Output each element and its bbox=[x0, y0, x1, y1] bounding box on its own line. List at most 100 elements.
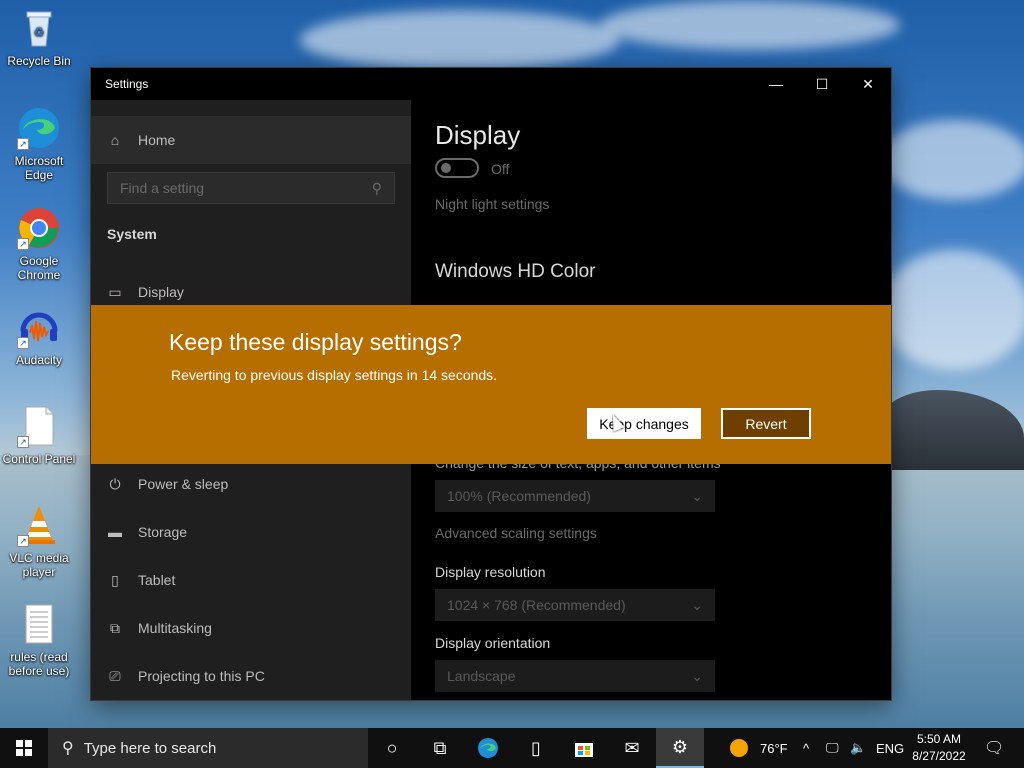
desktop-icon-recycle-bin[interactable]: ♻ Recycle Bin bbox=[2, 6, 76, 68]
storage-icon: ▬ bbox=[108, 524, 122, 540]
scale-value: 100% (Recommended) bbox=[447, 488, 591, 504]
minimize-icon: — bbox=[769, 76, 783, 92]
sidebar-item-label: Storage bbox=[138, 524, 188, 540]
close-button[interactable]: ✕ bbox=[845, 68, 891, 100]
chevron-down-icon: ⌄ bbox=[691, 487, 703, 504]
text-file-icon bbox=[17, 602, 61, 646]
resolution-value: 1024 × 768 (Recommended) bbox=[447, 597, 626, 613]
toggle-state: Off bbox=[491, 161, 510, 177]
projector-icon: ⎚ bbox=[109, 667, 121, 684]
desktop-icon-rules[interactable]: rules (read before use) bbox=[2, 602, 76, 678]
find-setting-input[interactable]: Find a setting ⚲ bbox=[107, 172, 395, 204]
clock-time: 5:50 AM bbox=[916, 732, 962, 746]
windows-logo-icon bbox=[16, 740, 32, 756]
desktop-icon-label: rules (read before use) bbox=[8, 650, 70, 678]
monitor-icon: ▭ bbox=[108, 283, 122, 300]
sidebar-item-power-sleep[interactable]: ⏻ Power & sleep bbox=[91, 464, 411, 504]
chevron-down-icon: ⌄ bbox=[691, 667, 703, 684]
orientation-dropdown[interactable]: Landscape ⌄ bbox=[435, 660, 715, 692]
desktop-icon-label: Google Chrome bbox=[17, 254, 61, 282]
desktop-rock bbox=[880, 390, 1024, 470]
search-icon: ⚲ bbox=[62, 740, 74, 757]
desktop-icon-vlc[interactable]: ↗ VLC media player bbox=[2, 503, 76, 579]
sidebar-item-label: Multitasking bbox=[138, 620, 212, 636]
desktop-icon-label: Microsoft Edge bbox=[14, 154, 64, 182]
chevron-down-icon: ⌄ bbox=[691, 596, 703, 613]
taskbar-search-box[interactable]: ⚲ Type here to search bbox=[48, 728, 368, 768]
edge-icon[interactable] bbox=[464, 728, 512, 768]
desktop-icon-label: Recycle Bin bbox=[7, 54, 71, 68]
sidebar-item-tablet[interactable]: ▯ Tablet bbox=[91, 560, 411, 600]
page-title: Display bbox=[435, 120, 521, 150]
cloud bbox=[880, 250, 1024, 370]
dialog-title: Keep these display settings? bbox=[169, 329, 462, 355]
minimize-button[interactable]: — bbox=[753, 68, 799, 100]
sidebar-item-label: Projecting to this PC bbox=[138, 668, 265, 684]
title-bar[interactable]: Settings — ☐ ✕ bbox=[91, 68, 891, 100]
maximize-icon: ☐ bbox=[815, 75, 829, 92]
network-icon[interactable]: 🖵 bbox=[826, 728, 839, 768]
cloud bbox=[880, 120, 1024, 200]
cloud bbox=[600, 0, 900, 50]
keep-settings-dialog: Keep these display settings? Reverting t… bbox=[91, 305, 891, 464]
desktop-icon-label: VLC media player bbox=[9, 551, 69, 579]
sidebar-item-storage[interactable]: ▬ Storage bbox=[91, 512, 411, 552]
settings-icon[interactable]: ⚙ bbox=[656, 728, 704, 768]
sun-icon bbox=[730, 739, 748, 757]
multitasking-icon: ⧉ bbox=[110, 619, 120, 636]
desktop-icon-label: Audacity bbox=[15, 353, 63, 367]
mail-icon[interactable]: ✉ bbox=[608, 728, 656, 768]
home-icon: ⌂ bbox=[110, 132, 120, 148]
start-button[interactable] bbox=[0, 728, 48, 768]
notifications-icon[interactable]: 🗨 bbox=[984, 728, 1004, 768]
sidebar-item-projecting[interactable]: ⎚ Projecting to this PC bbox=[91, 656, 411, 696]
resolution-dropdown[interactable]: 1024 × 768 (Recommended) ⌄ bbox=[435, 589, 715, 621]
taskbar-clock[interactable]: 5:50 AM 8/27/2022 bbox=[906, 731, 972, 765]
show-hidden-icons-button[interactable]: ^ bbox=[803, 728, 809, 768]
task-view-icon[interactable]: ⧉ bbox=[416, 728, 464, 768]
sidebar-item-multitasking[interactable]: ⧉ Multitasking bbox=[91, 608, 411, 648]
scale-dropdown[interactable]: 100% (Recommended) ⌄ bbox=[435, 480, 715, 512]
weather-temp: 76°F bbox=[760, 740, 788, 756]
audacity-icon: ↗ bbox=[17, 305, 61, 349]
sidebar-item-home[interactable]: ⌂ Home bbox=[91, 116, 411, 164]
night-light-toggle[interactable] bbox=[435, 158, 479, 178]
search-placeholder: Find a setting bbox=[120, 180, 205, 196]
shortcut-arrow-icon: ↗ bbox=[17, 535, 29, 547]
tablet-icon: ▯ bbox=[111, 571, 119, 588]
chevron-up-icon: ^ bbox=[803, 740, 810, 756]
resolution-label: Display resolution bbox=[435, 564, 546, 580]
sidebar-item-label: Home bbox=[138, 132, 176, 148]
night-light-settings-link[interactable]: Night light settings bbox=[435, 196, 549, 212]
sidebar-item-label: Tablet bbox=[138, 572, 176, 588]
shortcut-arrow-icon: ↗ bbox=[17, 138, 29, 150]
desktop-icon-audacity[interactable]: ↗ Audacity bbox=[2, 305, 76, 367]
shortcut-arrow-icon: ↗ bbox=[17, 337, 29, 349]
desktop-icon-edge[interactable]: ↗ Microsoft Edge bbox=[2, 106, 76, 182]
shortcut-arrow-icon: ↗ bbox=[17, 238, 29, 250]
maximize-button[interactable]: ☐ bbox=[799, 68, 845, 100]
chrome-icon: ↗ bbox=[17, 206, 61, 250]
cortana-icon[interactable]: ○ bbox=[368, 728, 416, 768]
close-icon: ✕ bbox=[862, 75, 874, 92]
advanced-scaling-link[interactable]: Advanced scaling settings bbox=[435, 525, 597, 541]
sidebar-item-label: Power & sleep bbox=[138, 476, 229, 492]
recycle-bin-icon: ♻ bbox=[17, 6, 61, 50]
desktop-icon-chrome[interactable]: ↗ Google Chrome bbox=[2, 206, 76, 282]
svg-text:♻: ♻ bbox=[34, 25, 45, 39]
volume-muted-icon[interactable]: 🔈 bbox=[850, 728, 866, 768]
shortcut-arrow-icon: ↗ bbox=[17, 436, 29, 448]
cloud bbox=[300, 10, 620, 70]
dialog-message: Reverting to previous display settings i… bbox=[171, 367, 498, 383]
sidebar-item-label: Display bbox=[138, 284, 184, 300]
keep-changes-button[interactable]: Keep changes bbox=[587, 408, 701, 439]
language-indicator[interactable]: ENG bbox=[876, 728, 904, 768]
desktop-icon-control-panel[interactable]: ↗ Control Panel bbox=[2, 404, 76, 466]
weather-widget[interactable]: 76°F bbox=[730, 728, 788, 768]
taskbar: ⚲ Type here to search ○ ⧉ ▯ ✉ ⚙ 76°F ^ 🖵… bbox=[0, 728, 1024, 768]
file-icon[interactable]: ▯ bbox=[512, 728, 560, 768]
store-icon[interactable] bbox=[560, 728, 608, 768]
clock-date: 8/27/2022 bbox=[912, 749, 966, 763]
desktop-icon-label: Control Panel bbox=[2, 452, 76, 466]
revert-button[interactable]: Revert bbox=[721, 408, 811, 439]
